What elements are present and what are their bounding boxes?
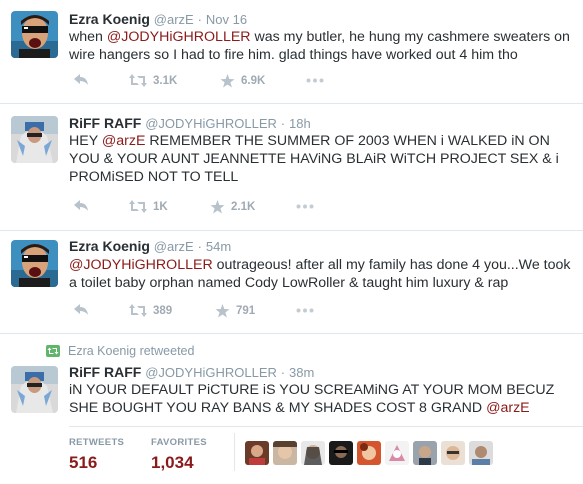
separator: · [280,365,286,380]
tweet-text: iN YOUR DEFAULT PiCTURE iS YOU SCREAMiNG… [69,381,575,417]
favorite-star-icon [215,304,230,318]
favoriter-avatar[interactable] [413,441,437,465]
favoriter-avatar[interactable] [273,441,297,465]
retweets-value: 516 [69,453,98,472]
tweet-header: RiFF RAFF @JODYHiGHROLLER · 18h [69,114,311,133]
text-part: HEY [69,133,102,149]
more-button[interactable] [306,78,324,83]
mention-link[interactable]: @arzE [486,400,530,416]
favoriter-avatar[interactable] [357,441,381,465]
avatar-riff-raff[interactable] [11,116,58,163]
mention-link[interactable]: @arzE [102,133,146,149]
tweet-text: HEY @arzE REMEMBER THE SUMMER OF 2003 WH… [69,132,575,186]
separator: · [197,12,202,27]
favorite-star-icon [220,74,235,88]
tweet-1[interactable]: Ezra Koenig @arzE · Nov 16 when @JODYHiG… [0,0,583,104]
favorites-value: 1,034 [151,453,194,472]
tweet-3[interactable]: Ezra Koenig @arzE · 54m @JODYHiGHROLLER … [0,231,583,334]
reply-icon [74,74,88,85]
favorite-button[interactable]: 2.1K [210,200,255,214]
tweet-header: RiFF RAFF @JODYHiGHROLLER · 38m [69,363,314,382]
mention-link[interactable]: @JODYHiGHROLLER [107,29,251,45]
reply-button[interactable] [74,200,89,212]
username[interactable]: @arzE [154,12,194,27]
retweet-button[interactable]: 3.1K [129,74,177,87]
tweet-2[interactable]: RiFF RAFF @JODYHiGHROLLER · 18h HEY @arz… [0,104,583,231]
favoriter-avatar[interactable] [441,441,465,465]
retweeted-by-text[interactable]: Ezra Koenig retweeted [68,344,194,358]
retweet-count: 3.1K [153,74,178,87]
retweet-count: 1K [153,200,168,213]
timestamp[interactable]: 18h [289,116,311,131]
avatar-ezra[interactable] [11,240,58,287]
more-icon [296,204,314,209]
display-name[interactable]: RiFF RAFF [69,364,141,380]
more-icon [306,78,324,83]
favorites-label: FAVORITES [151,437,207,448]
favoriter-avatar[interactable] [245,441,269,465]
retweets-label: RETWEETS [69,437,125,448]
display-name[interactable]: Ezra Koenig [69,238,150,254]
favoriter-avatar[interactable] [385,441,409,465]
display-name[interactable]: Ezra Koenig [69,11,150,27]
text-part: when [69,29,107,45]
favorite-star-icon [210,200,225,214]
favoriter-avatar[interactable] [329,441,353,465]
favoriter-avatar[interactable] [469,441,493,465]
retweet-icon [46,345,60,357]
display-name[interactable]: RiFF RAFF [69,115,141,131]
retweet-button[interactable]: 1K [129,200,168,213]
favoriter-avatars [245,441,493,465]
reply-button[interactable] [74,74,89,86]
mention-link[interactable]: @JODYHiGHROLLER [69,257,213,273]
reply-button[interactable] [74,304,89,316]
favorite-count: 6.9K [241,75,266,87]
divider [234,433,235,471]
retweet-icon [129,304,147,317]
retweets-stat[interactable]: RETWEETS 516 [69,437,124,473]
favorite-count: 2.1K [231,201,256,213]
text-part: iN YOUR DEFAULT PiCTURE iS YOU SCREAMiNG… [69,382,555,416]
separator: · [280,116,286,131]
more-button[interactable] [296,204,314,209]
reply-icon [74,304,88,315]
favorites-stat[interactable]: FAVORITES 1,034 [151,437,207,473]
retweet-icon [129,200,147,213]
tweet-header: Ezra Koenig @arzE · Nov 16 [69,10,247,29]
more-icon [296,308,314,313]
username[interactable]: @JODYHiGHROLLER [145,116,277,131]
timestamp[interactable]: Nov 16 [206,12,247,27]
tweet-header: Ezra Koenig @arzE · 54m [69,237,231,256]
retweet-icon [129,74,147,87]
favoriter-avatar[interactable] [301,441,325,465]
tweet-stats: RETWEETS 516 FAVORITES 1,034 [69,426,583,477]
username[interactable]: @JODYHiGHROLLER [145,365,277,380]
retweeted-by-label: Ezra Koenig retweeted [46,344,194,358]
avatar-ezra[interactable] [11,11,58,58]
retweet-button[interactable]: 389 [129,304,172,317]
more-button[interactable] [296,308,314,313]
tweet-text: @JODYHiGHROLLER outrageous! after all my… [69,256,575,292]
separator: · [197,239,202,254]
favorite-button[interactable]: 791 [215,304,255,318]
timestamp[interactable]: 38m [289,365,314,380]
reply-icon [74,200,88,211]
username[interactable]: @arzE [154,239,194,254]
favorite-count: 791 [236,305,256,317]
avatar-riff-raff[interactable] [11,366,58,413]
timestamp[interactable]: 54m [206,239,231,254]
favorite-button[interactable]: 6.9K [220,74,265,88]
retweet-count: 389 [153,304,173,317]
tweet-text: when @JODYHiGHROLLER was my butler, he h… [69,28,575,64]
